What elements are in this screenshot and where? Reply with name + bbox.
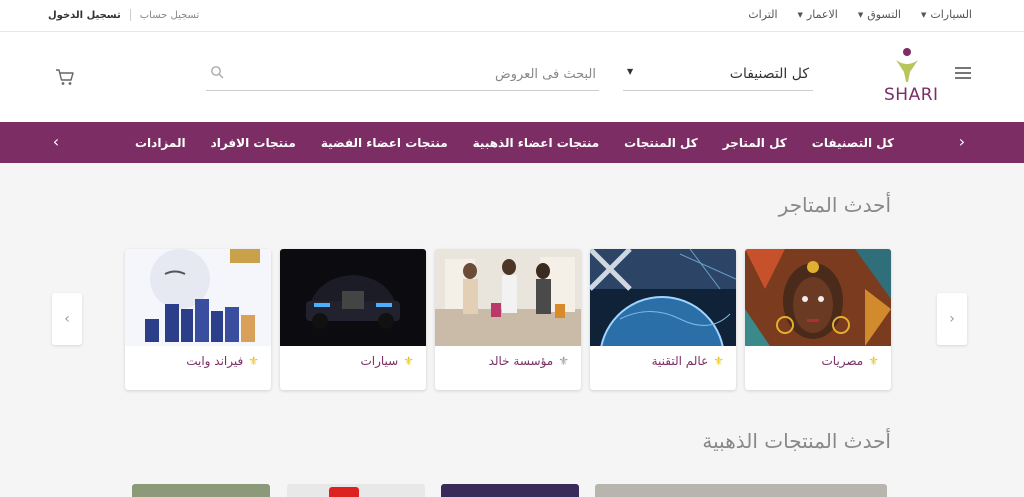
login-link[interactable]: تسجيل الدخول	[48, 10, 121, 21]
store-card[interactable]: ⚜ عالم التقنية	[590, 249, 736, 390]
store-image	[745, 249, 891, 346]
site-header: SHARI كل التصنيفات ▼	[0, 32, 1024, 122]
category-select-value: كل التصنيفات	[729, 66, 809, 82]
nav-item-gold-members-products[interactable]: منتجات اعضاء الذهبية	[473, 136, 600, 150]
store-name-text: سيارات	[360, 354, 399, 368]
product-image	[441, 484, 579, 497]
top-menu-construction[interactable]: الاعمار ▼	[798, 8, 838, 21]
divider	[129, 9, 131, 21]
top-menu-label: التسوق	[867, 8, 901, 21]
caret-down-icon: ▼	[920, 10, 927, 19]
caret-down-icon: ▼	[797, 10, 803, 19]
chevron-right-icon[interactable]: ›	[952, 132, 972, 152]
product-card[interactable]	[441, 484, 579, 497]
member-badge-icon: ⚜	[868, 354, 879, 368]
product-image	[132, 484, 270, 497]
product-card[interactable]	[595, 484, 887, 497]
member-badge-icon: ⚜	[558, 354, 569, 368]
store-image	[435, 249, 581, 346]
cart-icon[interactable]	[55, 68, 75, 86]
top-menu: السيارات ▼ التسوق ▼ الاعمار ▼ التراث	[748, 8, 972, 21]
store-name: ⚜ مؤسسة خالد	[489, 354, 569, 368]
category-nav-items: كل التصنيفات كل المتاجر كل المنتجات منتج…	[135, 122, 894, 163]
product-image	[595, 484, 887, 497]
register-link[interactable]: تسجيل حساب	[140, 10, 200, 21]
member-badge-icon: ⚜	[713, 354, 724, 368]
store-name-text: فيراند وايت	[186, 354, 244, 368]
store-image	[125, 249, 271, 346]
nav-item-auctions[interactable]: المزادات	[135, 136, 186, 150]
carousel-prev-button[interactable]: ‹	[52, 293, 82, 345]
caret-down-icon: ▼	[627, 67, 634, 76]
store-image	[590, 249, 736, 346]
site-logo[interactable]: SHARI	[878, 46, 939, 106]
top-menu-cars[interactable]: السيارات ▼	[921, 8, 972, 21]
store-name: ⚜ مصريات	[821, 354, 879, 368]
category-select[interactable]: كل التصنيفات ▼	[623, 59, 813, 91]
logo-text: SHARI	[884, 85, 939, 105]
member-badge-icon: ⚜	[403, 354, 414, 368]
logo-figure-icon	[896, 48, 918, 82]
nav-item-all-stores[interactable]: كل المتاجر	[723, 136, 787, 150]
nav-item-all-categories[interactable]: كل التصنيفات	[812, 136, 894, 150]
member-badge-icon: ⚜	[248, 354, 259, 368]
product-card[interactable]	[287, 484, 425, 497]
top-menu-label: التراث	[748, 8, 778, 21]
store-name-text: عالم التقنية	[651, 354, 709, 368]
nav-item-all-products[interactable]: كل المنتجات	[624, 136, 698, 150]
store-card[interactable]: ⚜ سيارات	[280, 249, 426, 390]
carousel-next-button[interactable]: ›	[937, 293, 967, 345]
store-card[interactable]: ⚜ مؤسسة خالد	[435, 249, 581, 390]
top-menu-shopping[interactable]: التسوق ▼	[858, 8, 901, 21]
top-menu-label: الاعمار	[806, 8, 838, 21]
search-icon[interactable]	[210, 65, 224, 79]
category-nav: ‹ كل التصنيفات كل المتاجر كل المنتجات من…	[0, 122, 1024, 163]
latest-stores-title: أحدث المتاجر	[778, 193, 891, 217]
hamburger-icon[interactable]	[955, 67, 971, 79]
chevron-left-icon[interactable]: ‹	[46, 132, 66, 152]
top-menu-label: السيارات	[930, 8, 972, 21]
store-image	[280, 249, 426, 346]
search-box	[206, 59, 599, 91]
search-input[interactable]	[236, 61, 596, 87]
auth-links: تسجيل الدخول تسجيل حساب	[48, 9, 199, 21]
store-name: ⚜ سيارات	[360, 354, 414, 368]
nav-item-individuals-products[interactable]: منتجات الافراد	[211, 136, 296, 150]
nav-item-silver-members-products[interactable]: منتجات اعضاء الفضية	[321, 136, 448, 150]
product-card[interactable]	[132, 484, 270, 497]
caret-down-icon: ▼	[857, 10, 864, 19]
store-name-text: مؤسسة خالد	[488, 354, 554, 368]
store-name: ⚜ فيراند وايت	[186, 354, 259, 368]
store-card[interactable]: ⚜ فيراند وايت	[125, 249, 271, 390]
product-image	[287, 484, 425, 497]
latest-gold-products-title: أحدث المنتجات الذهبية	[702, 429, 891, 453]
top-menu-heritage[interactable]: التراث	[748, 8, 777, 21]
store-name: ⚜ عالم التقنية	[652, 354, 724, 368]
store-name-text: مصريات	[821, 354, 864, 368]
store-card[interactable]: ⚜ مصريات	[745, 249, 891, 390]
top-utility-bar: تسجيل الدخول تسجيل حساب السيارات ▼ التسو…	[0, 0, 1024, 32]
